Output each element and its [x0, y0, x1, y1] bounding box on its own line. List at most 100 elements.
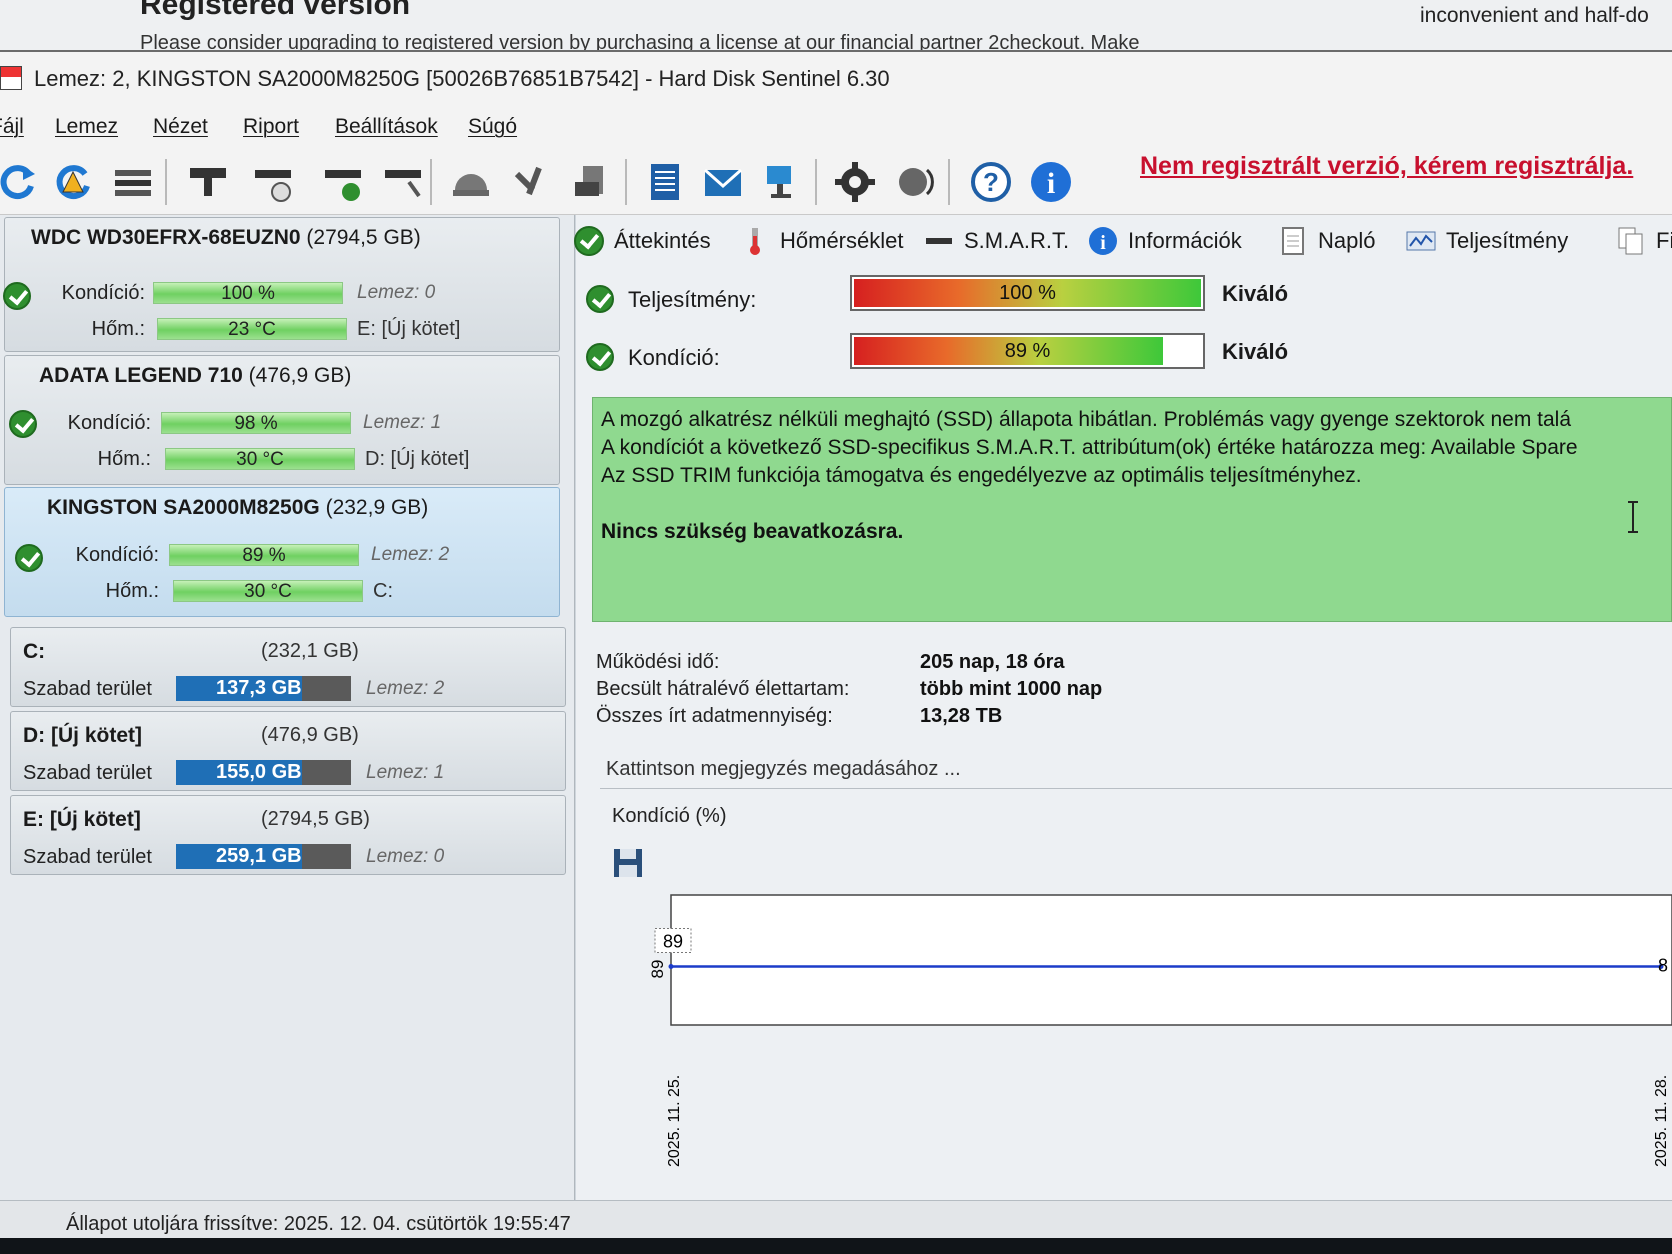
disk-volume: D: [Új kötet]	[365, 448, 470, 470]
thermometer-icon	[740, 226, 770, 256]
temperature-bar: 30 °C	[173, 580, 363, 602]
disk-index: Lemez: 0	[357, 282, 436, 303]
performance-gauge: 100 %	[850, 275, 1205, 311]
app-icon	[0, 66, 22, 90]
volume-size: (2794,5 GB)	[261, 808, 370, 830]
condition-label: Kondíció:	[61, 282, 145, 304]
menu-disk[interactable]: Lemez	[55, 115, 118, 139]
disk-card-selected[interactable]: KINGSTON SA2000M8250G (232,9 GB) Kondíci…	[4, 487, 560, 617]
disk-card[interactable]: ADATA LEGEND 710 (476,9 GB) Kondíció: 98…	[4, 355, 560, 485]
temperature-bar: 23 °C	[157, 318, 347, 340]
report-icon[interactable]	[642, 159, 688, 205]
tab-smart[interactable]: S.M.A.R.T.	[924, 223, 1069, 259]
volume-name: D: [Új kötet]	[23, 724, 142, 747]
menu-file[interactable]: Fájl	[0, 115, 24, 139]
chart-title: Kondíció (%)	[612, 805, 727, 827]
svg-text:i: i	[1100, 232, 1106, 254]
disk-list-panel: WDC WD30EFRX-68EUZN0 (2794,5 GB) Kondíci…	[0, 215, 575, 1215]
temperature-bar: 30 °C	[165, 448, 355, 470]
temperature-label: Hőm.:	[91, 318, 145, 340]
data-label-right: 8	[1658, 956, 1668, 976]
email-icon[interactable]	[700, 159, 746, 205]
disk-size: (476,9 GB)	[248, 364, 352, 387]
text-cursor-icon	[1628, 501, 1638, 533]
refresh-icon[interactable]	[0, 159, 40, 205]
info-icon[interactable]: i	[1028, 159, 1074, 205]
tab-overview[interactable]: Áttekintés	[574, 223, 711, 259]
network-icon[interactable]	[760, 159, 806, 205]
background-window-message: Please consider upgrading to registered …	[140, 32, 1140, 50]
volume-card[interactable]: C: (232,1 GB) Szabad terület 137,3 GB Le…	[10, 627, 566, 707]
tab-label: Hőmérséklet	[780, 228, 904, 253]
volume-size: (476,9 GB)	[261, 724, 359, 746]
svg-text:i: i	[1047, 167, 1055, 200]
disk-list-icon[interactable]	[110, 159, 156, 205]
disk-index: Lemez: 1	[363, 412, 442, 433]
volume-disk-index: Lemez: 1	[366, 762, 445, 783]
volume-disk-index: Lemez: 2	[366, 678, 445, 699]
uptime-value: 205 nap, 18 óra	[920, 651, 1065, 673]
condition-chart: 89 89 8 2025. 11. 25. 2025. 11. 28.	[648, 894, 1672, 1167]
sound-icon[interactable]	[892, 159, 938, 205]
svg-text:89: 89	[663, 932, 683, 952]
disk-index: Lemez: 2	[371, 544, 450, 565]
condition-label: Kondíció:	[75, 544, 159, 566]
lifetime-label: Becsült hátralévő élettartam:	[596, 678, 850, 700]
free-space-bar: 259,1 GB	[176, 844, 351, 869]
unregistered-notice-link[interactable]: Nem regisztrált verzió, kérem regisztrál…	[1140, 152, 1633, 181]
condition-ok-icon	[586, 343, 614, 371]
tab-label: Információk	[1128, 228, 1242, 253]
x-tick-label: 2025. 11. 28.	[1653, 1075, 1670, 1167]
menu-settings[interactable]: Beállítások	[335, 115, 438, 139]
menu-report[interactable]: Riport	[243, 115, 299, 139]
free-space-bar: 137,3 GB	[176, 676, 351, 701]
x-tick-label: 2025. 11. 25.	[666, 1075, 683, 1167]
disk-test-icon[interactable]	[380, 159, 426, 205]
tab-label: S.M.A.R.T.	[964, 228, 1070, 253]
volume-name: C:	[23, 640, 46, 663]
performance-label: Teljesítmény:	[628, 287, 757, 312]
tools-icon[interactable]	[508, 159, 554, 205]
monitor-bezel	[0, 1238, 1672, 1254]
tab-log[interactable]: Napló	[1278, 223, 1375, 259]
performance-value: 100 %	[999, 282, 1056, 304]
check-icon	[574, 226, 604, 256]
disk-card[interactable]: WDC WD30EFRX-68EUZN0 (2794,5 GB) Kondíci…	[3, 217, 560, 352]
svg-text:?: ?	[983, 167, 999, 197]
help-icon[interactable]: ?	[968, 159, 1014, 205]
disk-copy-icon[interactable]	[568, 159, 614, 205]
tab-performance[interactable]: Teljesítmény	[1406, 223, 1568, 259]
disk-name-line: KINGSTON SA2000M8250G (232,9 GB)	[47, 496, 428, 520]
disk-surface-icon[interactable]	[185, 159, 231, 205]
background-window-right-text: inconvenient and half-do	[1420, 4, 1649, 27]
tab-information[interactable]: i Információk	[1088, 223, 1242, 259]
disk-ok-icon[interactable]	[320, 159, 366, 205]
disk-icon	[924, 226, 954, 256]
refresh-warning-icon[interactable]	[50, 159, 96, 205]
written-value: 13,28 TB	[920, 705, 1003, 727]
condition-label: Kondíció:	[67, 412, 151, 434]
window-title: Lemez: 2, KINGSTON SA2000M8250G [50026B7…	[34, 66, 890, 91]
tab-more[interactable]: Fi	[1616, 223, 1672, 259]
gear-icon[interactable]	[832, 159, 878, 205]
note-field[interactable]: Kattintson megjegyzés megadásához ...	[600, 751, 1672, 789]
volume-card[interactable]: E: [Új kötet] (2794,5 GB) Szabad terület…	[10, 795, 566, 875]
data-point	[668, 964, 674, 969]
volume-disk-index: Lemez: 0	[366, 846, 445, 867]
written-label: Összes írt adatmennyiség:	[596, 705, 833, 727]
menu-help[interactable]: Súgó	[468, 115, 517, 139]
health-status-box[interactable]: A mozgó alkatrész nélküli meghajtó (SSD)…	[592, 397, 1672, 622]
chart-plot-area	[670, 894, 1672, 1026]
sentinel-helmet-icon[interactable]	[448, 159, 494, 205]
status-action: Nincs szükség beavatkozásra.	[601, 520, 904, 543]
free-space-label: Szabad terület	[23, 762, 152, 784]
lifetime-value: több mint 1000 nap	[920, 678, 1103, 700]
disk-size: (2794,5 GB)	[306, 226, 421, 249]
menu-view[interactable]: Nézet	[153, 115, 208, 139]
disk-schedule-icon[interactable]	[250, 159, 296, 205]
disk-name: WDC WD30EFRX-68EUZN0	[31, 226, 301, 249]
tab-label: Teljesítmény	[1446, 228, 1569, 253]
status-line: Az SSD TRIM funkciója támogatva és enged…	[601, 464, 1362, 487]
volume-card[interactable]: D: [Új kötet] (476,9 GB) Szabad terület …	[10, 711, 566, 791]
tab-temperature[interactable]: Hőmérséklet	[740, 223, 903, 259]
